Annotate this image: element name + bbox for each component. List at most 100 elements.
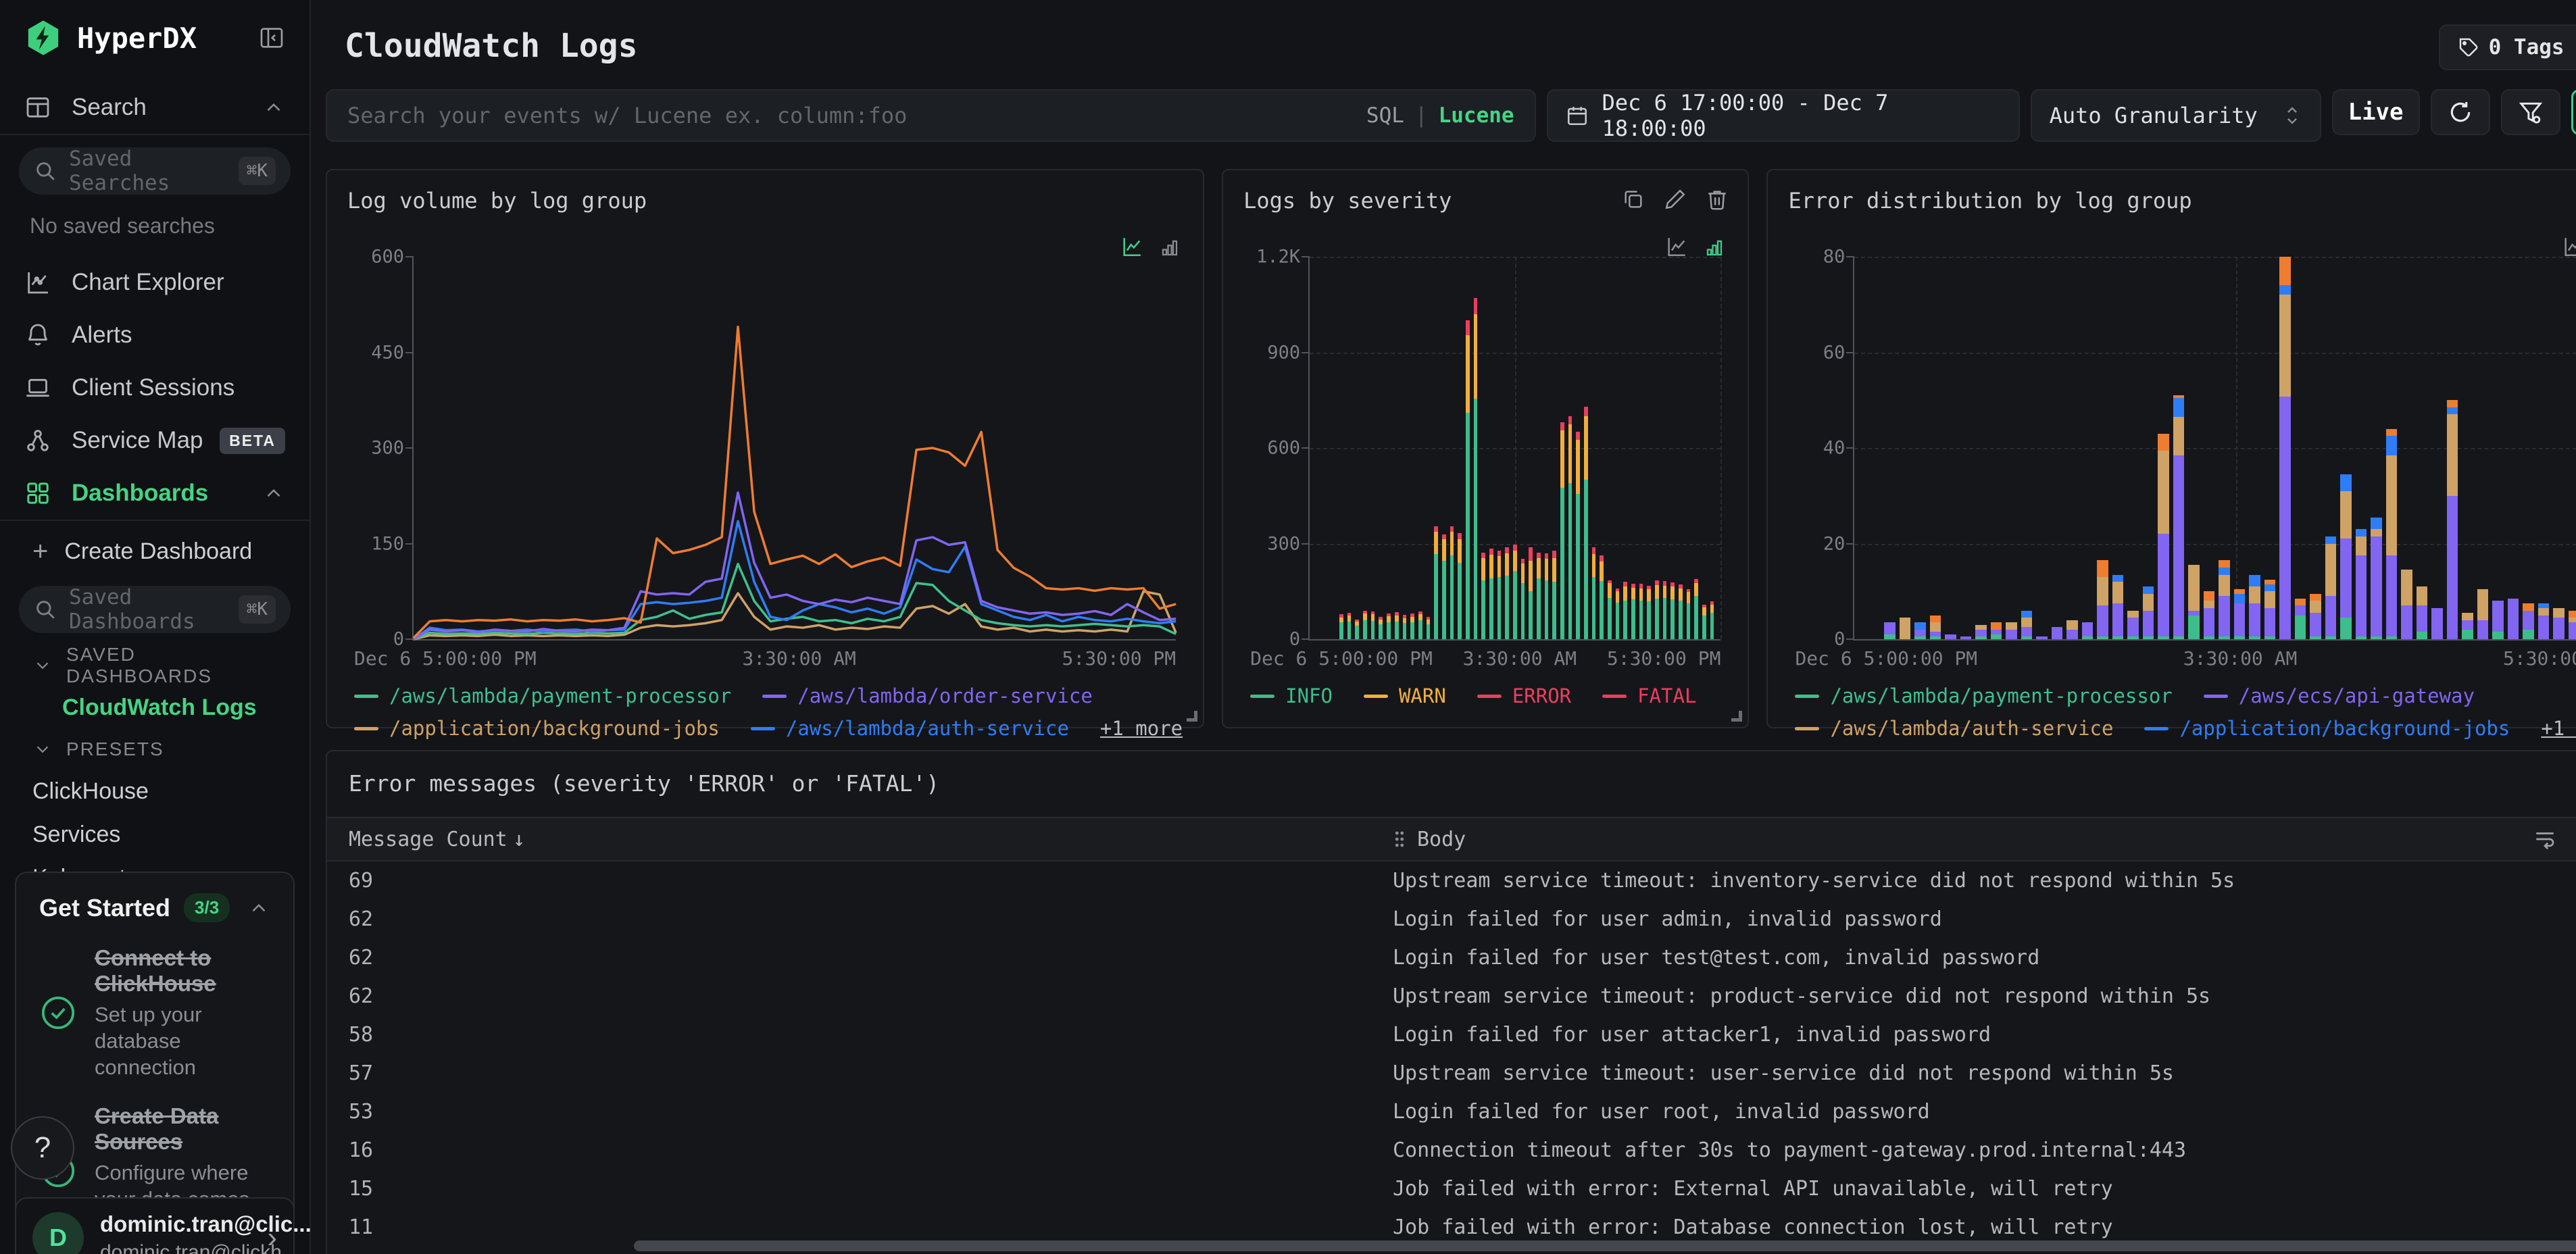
granularity-select[interactable]: Auto Granularity: [2030, 89, 2321, 142]
bar[interactable]: [1623, 257, 1627, 639]
delete-chart-icon[interactable]: [1706, 188, 1729, 211]
bar[interactable]: [1347, 257, 1352, 639]
bar[interactable]: [1607, 257, 1612, 639]
bar[interactable]: [2006, 257, 2017, 639]
bar[interactable]: [2340, 257, 2352, 639]
bar[interactable]: [2325, 257, 2337, 639]
bar[interactable]: [1694, 257, 1699, 639]
bar[interactable]: [2051, 257, 2063, 639]
legend-item[interactable]: /aws/lambda/payment-processor: [354, 684, 731, 707]
panel-resize-handle[interactable]: [1187, 711, 1198, 722]
saved-dashboards-section[interactable]: SAVED DASHBOARDS: [0, 644, 309, 686]
bar[interactable]: [2294, 257, 2306, 639]
bar[interactable]: [1505, 257, 1509, 639]
get-started-step-connect[interactable]: Connect to ClickHouse Set up your databa…: [39, 945, 270, 1080]
bar[interactable]: [2462, 257, 2473, 639]
bar[interactable]: [2021, 257, 2033, 639]
help-button[interactable]: ?: [11, 1116, 74, 1180]
bar[interactable]: [1529, 257, 1533, 639]
bar[interactable]: [1544, 257, 1549, 639]
column-header-message-count[interactable]: Message Count ↓: [349, 828, 1393, 851]
bar[interactable]: [1884, 257, 1896, 639]
sidebar-preset-services[interactable]: Services: [0, 813, 309, 856]
bar[interactable]: [1497, 257, 1502, 639]
sidebar-item-search[interactable]: Search: [0, 81, 309, 134]
table-row[interactable]: 16 Connection timeout after 30s to paymen…: [327, 1131, 2576, 1170]
bar[interactable]: [1410, 257, 1414, 639]
bar[interactable]: [1450, 257, 1454, 639]
bar[interactable]: [1489, 257, 1493, 639]
bar[interactable]: [2249, 257, 2260, 639]
legend-item[interactable]: /aws/lambda/order-service: [762, 684, 1093, 707]
legend-item[interactable]: FATAL: [1602, 684, 1696, 707]
sidebar-item-service-map[interactable]: Service Map BETA: [0, 414, 309, 467]
table-row[interactable]: 62 Upstream service timeout: product-serv…: [327, 977, 2576, 1015]
bar[interactable]: [1560, 257, 1564, 639]
bar[interactable]: [2158, 257, 2169, 639]
bar[interactable]: [1441, 257, 1446, 639]
bar[interactable]: [2127, 257, 2139, 639]
legend-item[interactable]: INFO: [1250, 684, 1333, 707]
wrap-text-icon[interactable]: [2533, 828, 2556, 851]
bar[interactable]: [2371, 257, 2382, 639]
tags-button[interactable]: 0 Tags: [2438, 24, 2576, 70]
line-chart-plot[interactable]: 600 450 300 150 0: [371, 247, 1176, 650]
legend-item[interactable]: /aws/ecs/api-gateway: [2203, 684, 2475, 707]
sidebar-item-chart-explorer[interactable]: Chart Explorer: [0, 256, 309, 309]
saved-dashboards-input[interactable]: Saved Dashboards ⌘K: [19, 585, 291, 634]
live-button[interactable]: Live: [2331, 89, 2420, 135]
bar[interactable]: [1702, 257, 1706, 639]
bar[interactable]: [1662, 257, 1667, 639]
table-row[interactable]: 58 Login failed for user attacker1, inval…: [327, 1015, 2576, 1054]
drag-handle-icon[interactable]: [1393, 829, 1406, 849]
duplicate-chart-icon[interactable]: [1622, 188, 1645, 211]
sidebar-dashboard-cloudwatch-logs[interactable]: CloudWatch Logs: [0, 686, 309, 729]
bar[interactable]: [1576, 257, 1580, 639]
bar[interactable]: [1418, 257, 1422, 639]
legend-item[interactable]: /application/background-jobs: [2144, 717, 2510, 740]
bar[interactable]: [1387, 257, 1391, 639]
bar-chart-toggle-icon[interactable]: [1704, 238, 1725, 258]
bar[interactable]: [2401, 257, 2412, 639]
bar[interactable]: [2492, 257, 2504, 639]
bar[interactable]: [1639, 257, 1643, 639]
chevron-up-icon[interactable]: [247, 897, 270, 920]
bar[interactable]: [1363, 257, 1367, 639]
bar[interactable]: [2112, 257, 2124, 639]
filter-button[interactable]: [2500, 89, 2560, 135]
bar[interactable]: [2446, 257, 2458, 639]
legend-item[interactable]: /application/background-jobs: [354, 717, 720, 740]
bar[interactable]: [2355, 257, 2367, 639]
bar[interactable]: [2264, 257, 2276, 639]
presets-section[interactable]: PRESETS: [0, 729, 309, 770]
bar[interactable]: [1914, 257, 1926, 639]
bar[interactable]: [1512, 257, 1517, 639]
bar[interactable]: [2385, 257, 2398, 639]
bar[interactable]: [1473, 257, 1478, 639]
create-dashboard-button[interactable]: + Create Dashboard: [0, 529, 309, 574]
bar[interactable]: [1710, 257, 1714, 639]
sidebar-item-dashboards[interactable]: Dashboards: [0, 467, 309, 520]
legend-item[interactable]: ERROR: [1477, 684, 1571, 707]
bar[interactable]: [1975, 257, 1987, 639]
run-query-button[interactable]: [2571, 89, 2576, 135]
horizontal-scrollbar[interactable]: [634, 1240, 2576, 1251]
bar[interactable]: [2066, 257, 2078, 639]
bar[interactable]: [2081, 257, 2094, 639]
bar[interactable]: [2036, 257, 2048, 639]
legend-item[interactable]: /aws/lambda/payment-processor: [1795, 684, 2173, 707]
sidebar-preset-clickhouse[interactable]: ClickHouse: [0, 770, 309, 813]
table-row[interactable]: 57 Upstream service timeout: user-service…: [327, 1054, 2576, 1093]
bar[interactable]: [1370, 257, 1375, 639]
legend-item[interactable]: /aws/lambda/auth-service: [1795, 717, 2113, 740]
bar[interactable]: [1394, 257, 1399, 639]
bar[interactable]: [1552, 257, 1556, 639]
sidebar-collapse-icon[interactable]: [258, 24, 285, 51]
bar[interactable]: [1536, 257, 1541, 639]
bar[interactable]: [1929, 257, 1941, 639]
bar[interactable]: [1355, 257, 1360, 639]
bar[interactable]: [1591, 257, 1596, 639]
bar[interactable]: [2279, 257, 2291, 639]
bar[interactable]: [1670, 257, 1675, 639]
bar[interactable]: [1615, 257, 1620, 639]
